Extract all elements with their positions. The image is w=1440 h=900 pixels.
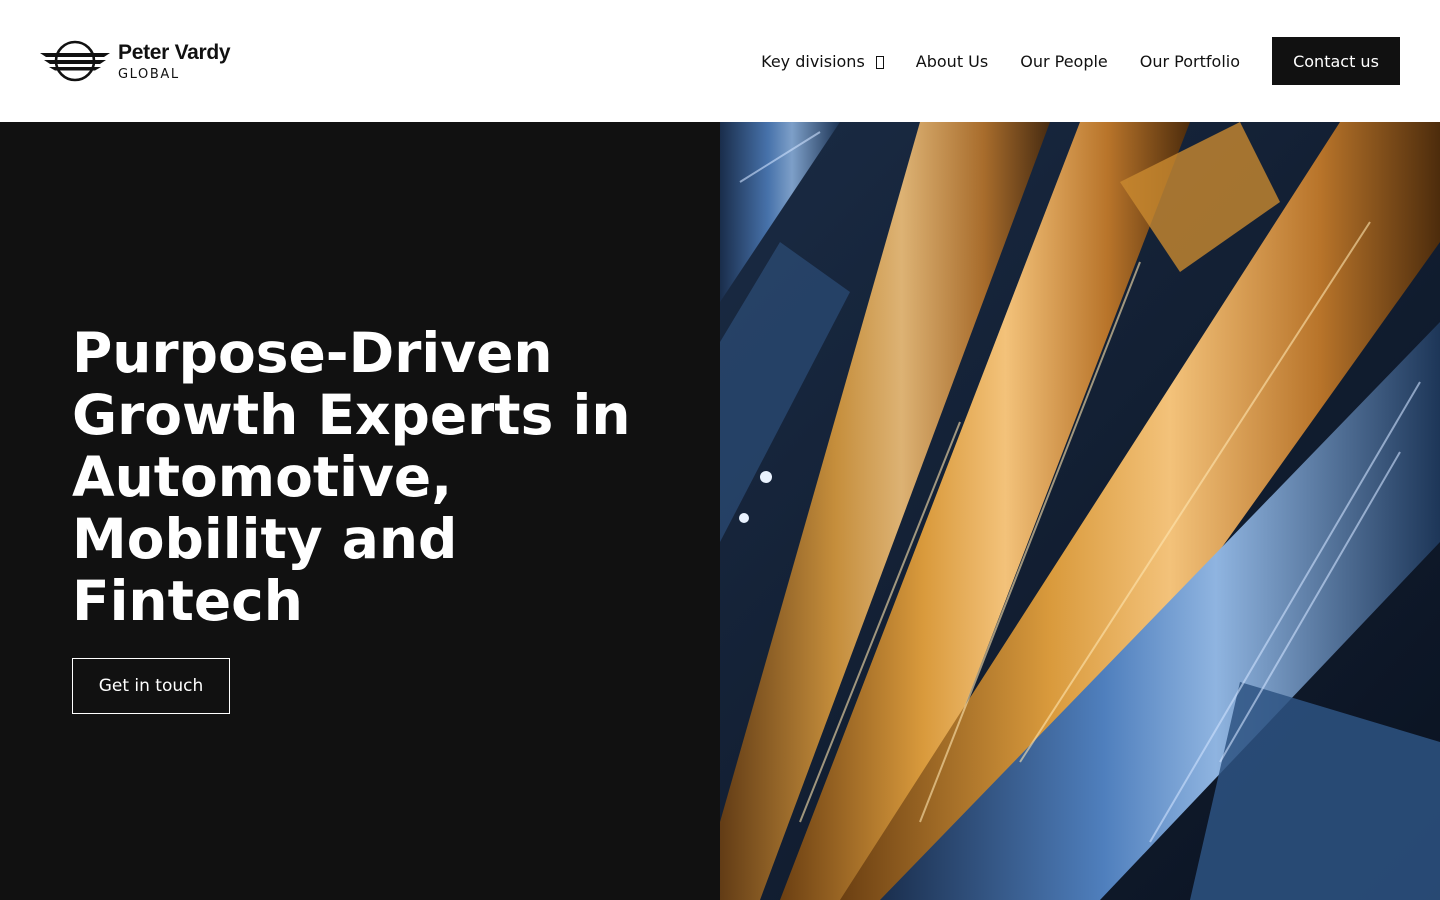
winged-wheel-logo-icon — [40, 40, 110, 82]
main-nav: Key divisions About Us Our People Our Po… — [761, 37, 1400, 85]
nav-item-our-portfolio[interactable]: Our Portfolio — [1140, 52, 1240, 71]
get-in-touch-button[interactable]: Get in touch — [72, 658, 230, 714]
nav-item-label: About Us — [915, 51, 989, 71]
chevron-down-icon — [875, 56, 884, 69]
nav-item-about-us[interactable]: About Us — [916, 52, 988, 71]
contact-us-button[interactable]: Contact us — [1272, 37, 1400, 85]
logo-text: Peter Vardy GLOBAL — [118, 40, 231, 82]
nav-item-label: Our People — [1020, 51, 1108, 71]
nav-item-label: Our Portfolio — [1139, 51, 1240, 71]
nav-item-our-people[interactable]: Our People — [1020, 52, 1108, 71]
nav-item-key-divisions[interactable]: Key divisions — [761, 52, 884, 71]
hero-image — [720, 122, 1440, 900]
logo-name: Peter Vardy — [118, 40, 231, 64]
logo-subtitle: GLOBAL — [118, 66, 180, 82]
nav-item-label: Key divisions — [761, 51, 865, 71]
site-header: Peter Vardy GLOBAL Key divisions About U… — [0, 0, 1440, 122]
hero-panel: Purpose-Driven Growth Experts in Automot… — [0, 122, 720, 900]
hero-title: Purpose-Driven Growth Experts in Automot… — [72, 321, 631, 633]
logo-link[interactable]: Peter Vardy GLOBAL — [40, 39, 231, 83]
highway-interchange-illustration — [720, 122, 1440, 900]
